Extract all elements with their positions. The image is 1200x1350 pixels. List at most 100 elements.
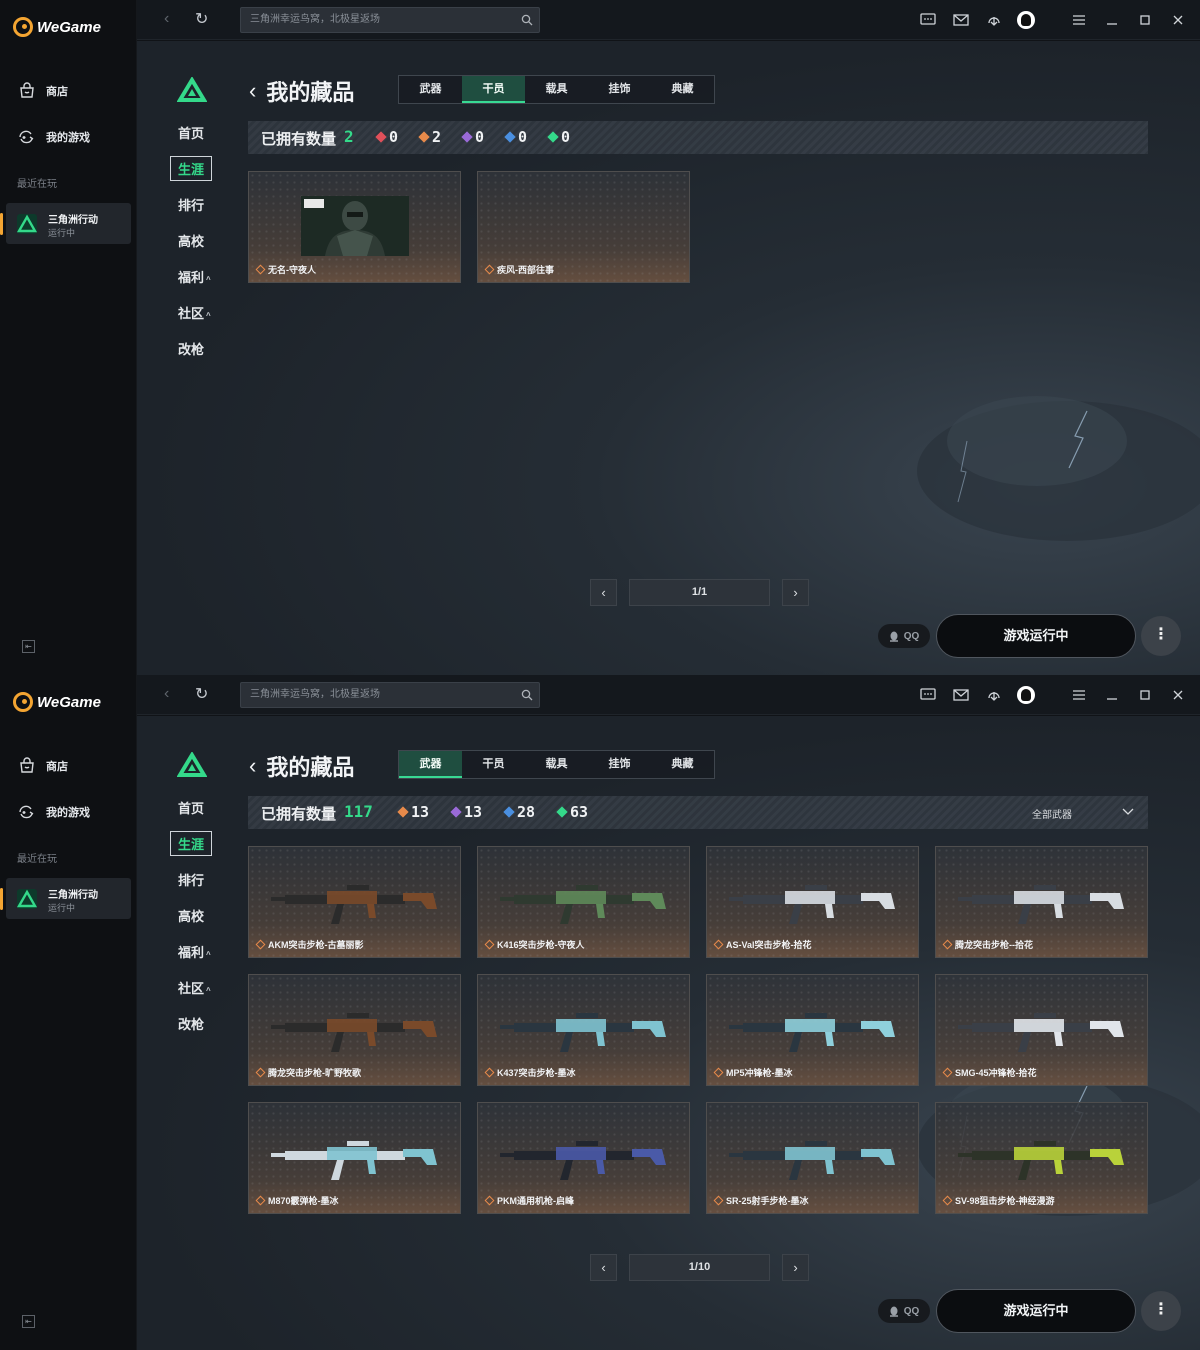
tab-2[interactable]: 载具 xyxy=(525,76,588,103)
qq-status[interactable]: QQ xyxy=(878,624,930,648)
rarity-green-icon xyxy=(547,131,559,143)
game-running-button[interactable]: 游戏运行中 xyxy=(936,614,1136,658)
more-options-button[interactable]: ⋮ xyxy=(1141,616,1181,656)
game-nav-item[interactable]: 高校 xyxy=(178,231,204,250)
collection-card[interactable]: M870霰弹枪-墨冰 xyxy=(248,1102,461,1214)
menu-icon[interactable] xyxy=(1069,685,1089,705)
sidebar-item-my-games[interactable]: 我的游戏 xyxy=(18,128,90,146)
collection-card[interactable]: 疾风-西部往事 xyxy=(477,171,690,283)
card-name-text: 无名-守夜人 xyxy=(268,265,316,275)
game-nav-item[interactable]: 福利 ^ xyxy=(178,942,211,961)
wegame-logo[interactable]: WeGame xyxy=(13,692,101,712)
collapse-sidebar-icon[interactable]: ⇤ xyxy=(22,640,35,653)
next-page-button[interactable]: › xyxy=(782,1254,809,1281)
delta-force-logo-icon[interactable] xyxy=(177,752,207,778)
recent-game-card[interactable]: 三角洲行动 运行中 xyxy=(0,878,131,919)
rarity-count-purple: 0 xyxy=(461,128,484,146)
chat-icon[interactable] xyxy=(918,685,938,705)
tab-3[interactable]: 挂饰 xyxy=(588,751,651,778)
game-nav-item[interactable]: 首页 xyxy=(178,123,204,142)
game-nav-item[interactable]: 高校 xyxy=(178,906,204,925)
collection-card[interactable]: 腾龙突击步枪-旷野牧歌 xyxy=(248,974,461,1086)
menu-icon[interactable] xyxy=(1069,10,1089,30)
game-nav-item[interactable]: 改枪 xyxy=(178,1014,204,1033)
mail-icon[interactable] xyxy=(951,10,971,30)
collapse-sidebar-icon[interactable]: ⇤ xyxy=(22,1315,35,1328)
sidebar-item-store[interactable]: 商店 xyxy=(18,82,68,100)
minimize-icon[interactable] xyxy=(1102,10,1122,30)
user-avatar[interactable] xyxy=(1017,11,1035,29)
search-icon[interactable] xyxy=(521,689,533,701)
game-nav-item[interactable]: 社区 ^ xyxy=(178,978,211,997)
game-nav-item[interactable]: 排行 xyxy=(178,870,204,889)
wegame-logo[interactable]: WeGame xyxy=(13,17,101,37)
collection-card[interactable]: SV-98狙击步枪-神经漫游 xyxy=(935,1102,1148,1214)
maximize-icon[interactable] xyxy=(1135,10,1155,30)
weapon-filter-dropdown[interactable]: 全部武器 xyxy=(1032,806,1134,821)
refresh-icon[interactable]: ↻ xyxy=(195,684,208,704)
collection-card[interactable]: 无名-守夜人 xyxy=(248,171,461,283)
prev-page-button[interactable]: ‹ xyxy=(590,1254,617,1281)
tab-1[interactable]: 干员 xyxy=(462,76,525,103)
search-icon[interactable] xyxy=(521,14,533,26)
rarity-orange-icon xyxy=(255,1195,266,1206)
card-name-text: MP5冲锋枪-墨冰 xyxy=(726,1068,793,1078)
owned-stats-bar: 已拥有数量 2 0 2 0 0 0 xyxy=(248,121,1148,154)
collection-card[interactable]: PKM通用机枪-启峰 xyxy=(477,1102,690,1214)
game-nav-item[interactable]: 改枪 xyxy=(178,339,204,358)
close-icon[interactable] xyxy=(1168,10,1188,30)
next-page-button[interactable]: › xyxy=(782,579,809,606)
collection-card[interactable]: K437突击步枪-墨冰 xyxy=(477,974,690,1086)
delta-force-logo-icon[interactable] xyxy=(177,77,207,103)
tab-4[interactable]: 典藏 xyxy=(651,76,714,103)
tab-0[interactable]: 武器 xyxy=(399,76,462,103)
tab-2[interactable]: 载具 xyxy=(525,751,588,778)
download-icon[interactable] xyxy=(984,10,1004,30)
game-nav-item[interactable]: 生涯 xyxy=(170,831,213,856)
close-icon[interactable] xyxy=(1168,685,1188,705)
qq-status[interactable]: QQ xyxy=(878,1299,930,1323)
back-chevron-icon[interactable]: ‹ xyxy=(249,78,256,104)
search-input[interactable]: 三角洲幸运鸟窝，北极星返场 xyxy=(240,682,540,708)
recent-section-label: 最近在玩 xyxy=(17,179,57,190)
prev-page-button[interactable]: ‹ xyxy=(590,579,617,606)
collection-card[interactable]: K416突击步枪-守夜人 xyxy=(477,846,690,958)
back-arrow-icon[interactable]: ‹ xyxy=(164,685,169,703)
download-icon[interactable] xyxy=(984,685,1004,705)
recent-game-card[interactable]: 三角洲行动 运行中 xyxy=(0,203,131,244)
minimize-icon[interactable] xyxy=(1102,685,1122,705)
game-nav-item[interactable]: 生涯 xyxy=(170,156,213,181)
collection-card[interactable]: AKM突击步枪-古墓丽影 xyxy=(248,846,461,958)
rarity-orange-icon xyxy=(484,939,495,950)
collection-card[interactable]: SMG-45冲锋枪-拾花 xyxy=(935,974,1148,1086)
tab-3[interactable]: 挂饰 xyxy=(588,76,651,103)
collection-card[interactable]: 腾龙突击步枪--拾花 xyxy=(935,846,1148,958)
game-nav-item[interactable]: 首页 xyxy=(178,798,204,817)
sidebar-item-my-games[interactable]: 我的游戏 xyxy=(18,803,90,821)
collection-card[interactable]: AS-Val突击步枪-拾花 xyxy=(706,846,919,958)
mail-icon[interactable] xyxy=(951,685,971,705)
maximize-icon[interactable] xyxy=(1135,685,1155,705)
user-avatar[interactable] xyxy=(1017,686,1035,704)
game-nav-item[interactable]: 排行 xyxy=(178,195,204,214)
game-nav-item[interactable]: 社区 ^ xyxy=(178,303,211,322)
search-input[interactable]: 三角洲幸运鸟窝，北极星返场 xyxy=(240,7,540,33)
card-name: SR-25射手步枪-墨冰 xyxy=(713,1194,809,1207)
back-chevron-icon[interactable]: ‹ xyxy=(249,753,256,779)
rarity-value: 2 xyxy=(432,128,442,146)
tab-4[interactable]: 典藏 xyxy=(651,751,714,778)
refresh-icon[interactable]: ↻ xyxy=(195,9,208,29)
delta-force-game-icon xyxy=(17,889,37,909)
collection-card[interactable]: SR-25射手步枪-墨冰 xyxy=(706,1102,919,1214)
rarity-orange-icon xyxy=(713,1067,724,1078)
tab-1[interactable]: 干员 xyxy=(462,751,525,778)
collection-card[interactable]: MP5冲锋枪-墨冰 xyxy=(706,974,919,1086)
tab-0[interactable]: 武器 xyxy=(399,751,462,778)
back-arrow-icon[interactable]: ‹ xyxy=(164,10,169,28)
sidebar-item-label: 商店 xyxy=(46,761,68,773)
more-options-button[interactable]: ⋮ xyxy=(1141,1291,1181,1331)
chat-icon[interactable] xyxy=(918,10,938,30)
sidebar-item-store[interactable]: 商店 xyxy=(18,757,68,775)
game-running-button[interactable]: 游戏运行中 xyxy=(936,1289,1136,1333)
game-nav-item[interactable]: 福利 ^ xyxy=(178,267,211,286)
